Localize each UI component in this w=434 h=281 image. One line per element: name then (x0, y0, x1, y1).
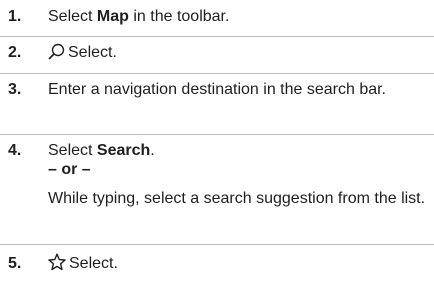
step-text-prefix: Select (48, 142, 97, 159)
step-text-suffix: in the toolbar. (128, 8, 230, 25)
search-icon (48, 43, 65, 67)
step-bold-term: Search (96, 142, 151, 159)
step-2: 2. Select. (0, 37, 434, 73)
step-number: 4. (8, 142, 22, 159)
instruction-steps: 1. Select Map in the toolbar. 2. Select.… (0, 0, 434, 281)
step-bold-term: Map (96, 8, 129, 25)
step-3: 3. Enter a navigation destination in the… (0, 74, 434, 133)
or-separator: – or – (48, 161, 91, 178)
step-text: Enter a navigation destination in the se… (48, 81, 386, 98)
alternative-step-text: While typing, select a search suggestion… (48, 190, 426, 207)
step-5: 5. Select. (0, 245, 434, 281)
step-1: 1. Select Map in the toolbar. (0, 0, 434, 36)
step-text: Select. (48, 253, 426, 278)
step-number: 5. (8, 255, 22, 272)
step-text-prefix: Select (48, 8, 97, 25)
step-text: Select Map in the toolbar. (48, 6, 426, 28)
step-text-label: Select. (68, 44, 117, 61)
step-number: 1. (8, 8, 22, 25)
step-text: Select. (48, 42, 426, 67)
step-4: 4. Select Search. – or – While typing, s… (0, 135, 434, 244)
step-number: 3. (8, 81, 22, 98)
step-number: 2. (8, 44, 22, 61)
step-text-label: Select. (69, 255, 118, 272)
star-icon (48, 253, 66, 278)
step-text-suffix: . (150, 142, 155, 159)
